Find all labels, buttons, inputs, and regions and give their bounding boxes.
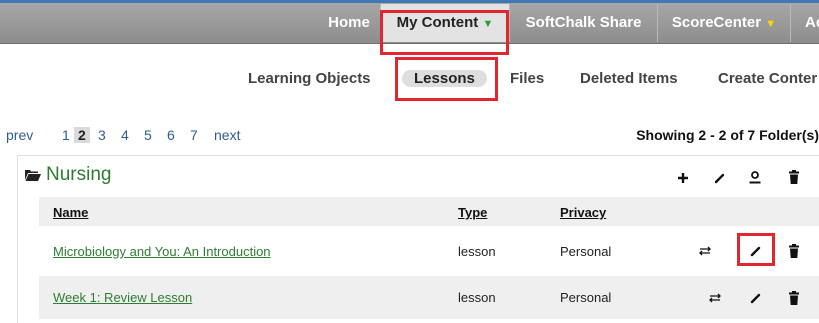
subnav-learning-objects[interactable]: Learning Objects: [248, 64, 371, 94]
pencil-icon[interactable]: [748, 243, 764, 259]
move-icon[interactable]: [707, 290, 723, 306]
showing-count: Showing 2 - 2 of 7 Folder(s): [636, 127, 819, 143]
subnav-deleted-items[interactable]: Deleted Items: [580, 64, 678, 94]
page-link[interactable]: 7: [190, 127, 198, 143]
pencil-icon[interactable]: [712, 170, 728, 186]
pagination-prev[interactable]: prev: [6, 127, 33, 143]
lesson-type: lesson: [458, 290, 496, 305]
nav-scorecenter[interactable]: ScoreCenter ▼: [657, 4, 790, 42]
plus-icon[interactable]: [675, 170, 691, 186]
lesson-privacy: Personal: [560, 290, 612, 305]
nav-scorecenter-label: ScoreCenter: [671, 14, 762, 31]
lesson-type: lesson: [458, 244, 496, 259]
subnav-lessons-label: Lessons: [402, 70, 487, 87]
folder-open-icon: [25, 170, 41, 181]
page-link[interactable]: 5: [144, 127, 152, 143]
chevron-down-icon: ▼: [765, 18, 777, 30]
column-header-privacy[interactable]: Privacy: [560, 205, 606, 220]
page-link[interactable]: 6: [167, 127, 175, 143]
page-link[interactable]: 4: [121, 127, 129, 143]
page-link-current[interactable]: 2: [74, 127, 90, 143]
lesson-link[interactable]: Microbiology and You: An Introduction: [53, 244, 271, 259]
column-header-name[interactable]: Name: [53, 205, 88, 220]
subnav-lessons[interactable]: Lessons: [402, 64, 487, 94]
lesson-privacy: Personal: [560, 244, 612, 259]
subnav-files[interactable]: Files: [510, 64, 544, 94]
trash-icon[interactable]: [786, 290, 802, 306]
pagination-next[interactable]: next: [214, 127, 240, 143]
nav-home[interactable]: Home: [318, 4, 380, 42]
nav-my-content-label: My Content: [396, 14, 479, 31]
column-header-type[interactable]: Type: [458, 205, 487, 220]
lesson-link[interactable]: Week 1: Review Lesson: [53, 290, 192, 305]
pencil-icon[interactable]: [748, 290, 764, 306]
page-link[interactable]: 3: [98, 127, 106, 143]
page-link[interactable]: 1: [62, 127, 70, 143]
nav-my-content[interactable]: My Content ▼: [380, 4, 509, 42]
top-accent-line: [0, 0, 819, 3]
table-header: [39, 197, 819, 226]
move-icon[interactable]: [697, 243, 713, 259]
trash-icon[interactable]: [786, 243, 802, 259]
folder-name[interactable]: Nursing: [46, 164, 111, 186]
nav-softchalk-share[interactable]: SoftChalk Share: [509, 4, 657, 42]
chevron-down-icon: ▼: [482, 18, 494, 30]
trash-icon[interactable]: [786, 169, 802, 185]
user-icon[interactable]: [747, 169, 763, 185]
subnav-create-content[interactable]: Create Conter: [718, 64, 817, 94]
nav-account[interactable]: Ac: [790, 4, 819, 42]
